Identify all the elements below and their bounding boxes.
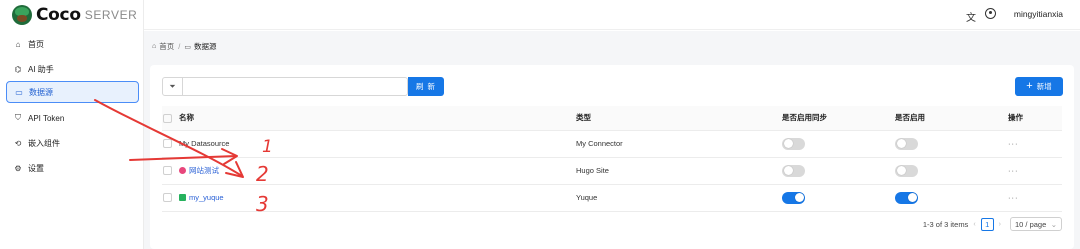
datasource-name-cell: my_yuque — [179, 184, 576, 212]
sidebar-item-home[interactable]: ⌂ 首页 — [6, 33, 139, 55]
enabled-toggle[interactable] — [895, 164, 918, 177]
more-actions-icon[interactable]: ··· — [1008, 139, 1019, 148]
column-header-actions: 操作 — [1008, 106, 1062, 131]
sidebar-item-label: 数据源 — [29, 87, 53, 97]
table-row: My Datasource My Connector ··· — [162, 130, 1062, 158]
filter-icon[interactable]: ⏷ — [163, 78, 183, 95]
breadcrumb-current: 数据源 — [193, 42, 217, 51]
folder-icon: ▭ — [15, 87, 23, 97]
prev-page-icon[interactable]: ‹ — [973, 221, 975, 228]
sidebar-item-ai-assistant[interactable]: ⌬ AI 助手 — [6, 58, 139, 80]
select-all-checkbox[interactable] — [163, 113, 172, 123]
page-number-button[interactable]: 1 — [980, 217, 994, 231]
sync-toggle[interactable] — [782, 137, 805, 150]
column-header-enabled[interactable]: 是否启用 — [895, 106, 1008, 131]
username[interactable]: mingyitianxia — [1014, 9, 1063, 19]
brand-suffix: SERVER — [84, 8, 138, 22]
breadcrumb-separator: / — [178, 42, 181, 51]
topbar: 文 mingyitianxia — [144, 0, 1080, 30]
datasource-type: Hugo Site — [576, 157, 782, 185]
sync-toggle-cell — [782, 184, 895, 212]
sidebar-item-settings[interactable]: ⚙ 设置 — [6, 157, 139, 179]
actions-cell: ··· — [1008, 130, 1062, 158]
column-header-sync[interactable]: 是否启用同步 — [782, 106, 895, 131]
sync-toggle[interactable] — [782, 191, 805, 204]
sync-toggle-cell — [782, 130, 895, 158]
robot-icon: ⌬ — [14, 64, 22, 74]
row-select-cell — [162, 184, 179, 212]
row-checkbox[interactable] — [163, 139, 172, 149]
add-button-label: 新增 — [1036, 82, 1052, 91]
select-all-cell — [162, 106, 179, 131]
home-icon: ⌂ — [152, 43, 157, 50]
enabled-toggle-cell — [895, 157, 1008, 185]
enabled-toggle-cell — [895, 184, 1008, 212]
sidebar-item-label: 嵌入组件 — [28, 138, 60, 148]
column-header-type[interactable]: 类型 — [576, 106, 782, 131]
add-button[interactable]: + 新增 — [1015, 77, 1063, 96]
folder-icon: ▭ — [184, 43, 191, 51]
sidebar-item-label: 设置 — [28, 163, 44, 173]
page-size-select[interactable]: 10 / page ⌄ — [1010, 217, 1062, 231]
more-actions-icon[interactable]: ··· — [1008, 166, 1019, 175]
row-select-cell — [162, 157, 179, 185]
breadcrumb: ⌂ 首页 / ▭ 数据源 — [152, 41, 216, 52]
actions-cell: ··· — [1008, 184, 1062, 212]
table-row: 网站测试 Hugo Site ··· — [162, 157, 1062, 185]
user-avatar-icon[interactable] — [985, 8, 996, 19]
plus-icon: + — [1026, 80, 1033, 92]
pagination-summary: 1-3 of 3 items — [922, 219, 969, 229]
pagination: 1-3 of 3 items ‹ 1 › 10 / page ⌄ — [923, 217, 1062, 231]
datasource-card: ⏷ 刷 新 + 新增 名称 类型 是否启用同步 是否启用 操作 My Datas… — [150, 65, 1074, 249]
sidebar-item-embed[interactable]: ⟲ 嵌入组件 — [6, 132, 139, 154]
shield-icon: ⛉ — [15, 113, 21, 122]
search-input[interactable] — [187, 79, 407, 94]
column-header-name[interactable]: 名称 — [179, 106, 576, 131]
translate-icon[interactable]: 文 — [966, 9, 976, 24]
page-size-value: 10 / page — [1015, 219, 1047, 229]
search-box: ⏷ — [162, 77, 408, 96]
datasource-table: 名称 类型 是否启用同步 是否启用 操作 My Datasource My Co… — [162, 106, 1062, 212]
sidebar-item-label: API Token — [28, 113, 65, 123]
brand-name: Coco — [36, 5, 81, 25]
datasource-type: My Connector — [576, 130, 782, 158]
coconut-logo-icon — [12, 5, 32, 25]
table-row: my_yuque Yuque ··· — [162, 184, 1062, 212]
actions-cell: ··· — [1008, 157, 1062, 185]
gear-icon: ⚙ — [14, 163, 22, 173]
sidebar-item-label: AI 助手 — [28, 64, 54, 74]
breadcrumb-home[interactable]: 首页 — [159, 41, 174, 52]
sidebar-item-api-token[interactable]: ⛉ API Token — [6, 107, 139, 129]
brand-logo[interactable]: Coco SERVER — [12, 4, 137, 26]
enabled-toggle[interactable] — [895, 137, 918, 150]
sync-toggle-cell — [782, 157, 895, 185]
datasource-name[interactable]: my_yuque — [189, 193, 224, 202]
sidebar-item-label: 首页 — [28, 39, 44, 49]
datasource-name-cell: 网站测试 — [179, 157, 576, 185]
hugo-icon — [179, 166, 186, 174]
row-checkbox[interactable] — [163, 193, 172, 203]
yuque-icon — [179, 193, 186, 201]
sync-toggle[interactable] — [782, 164, 805, 177]
more-actions-icon[interactable]: ··· — [1008, 193, 1019, 202]
enabled-toggle[interactable] — [895, 191, 918, 204]
sidebar-item-datasource[interactable]: ▭ 数据源 — [6, 81, 139, 103]
embed-icon: ⟲ — [14, 138, 22, 148]
sidebar: Coco SERVER ⌂ 首页 ⌬ AI 助手 ▭ 数据源 ⛉ API Tok… — [0, 0, 144, 249]
refresh-button[interactable]: 刷 新 — [408, 77, 444, 96]
row-checkbox[interactable] — [163, 166, 172, 176]
row-select-cell — [162, 130, 179, 158]
home-icon: ⌂ — [15, 39, 21, 49]
datasource-type: Yuque — [576, 184, 782, 212]
table-header-row: 名称 类型 是否启用同步 是否启用 操作 — [162, 106, 1062, 131]
main-content: ⌂ 首页 / ▭ 数据源 ⏷ 刷 新 + 新增 名称 类型 是否启用同步 是否启… — [144, 31, 1080, 249]
datasource-name-cell: My Datasource — [179, 130, 576, 158]
datasource-name[interactable]: 网站测试 — [189, 166, 219, 175]
next-page-icon[interactable]: › — [999, 221, 1001, 228]
datasource-name[interactable]: My Datasource — [179, 139, 229, 148]
enabled-toggle-cell — [895, 130, 1008, 158]
chevron-down-icon: ⌄ — [1050, 219, 1057, 229]
